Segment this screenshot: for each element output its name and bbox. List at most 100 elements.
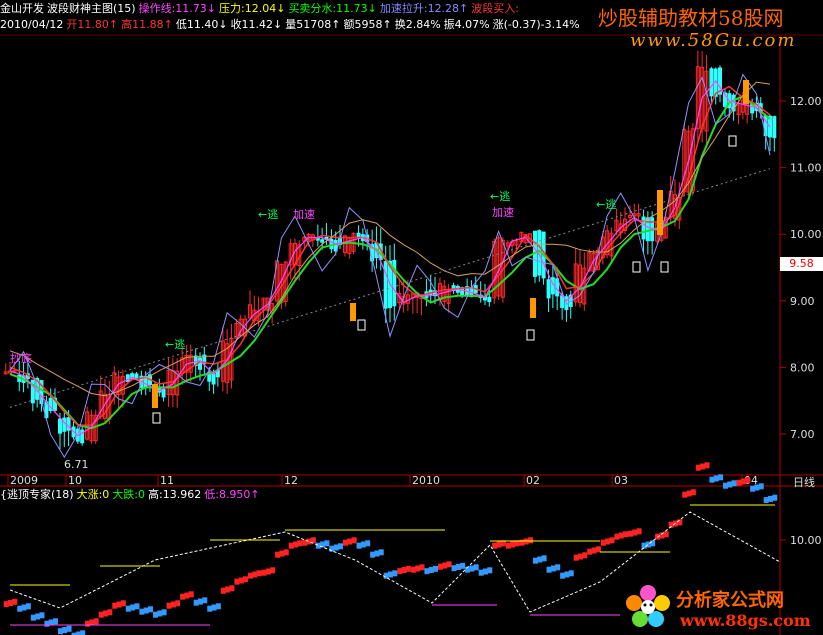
escape-block — [546, 566, 552, 573]
escape-block — [424, 568, 430, 575]
escape-block — [758, 483, 764, 490]
escape-block — [772, 494, 778, 501]
escape-block — [265, 568, 271, 575]
ohlc-field-3: 低11.40↓ — [175, 18, 228, 31]
escape-block — [35, 613, 41, 620]
header-field-0: 金山开发 — [0, 2, 44, 15]
escape-block — [365, 540, 371, 547]
escape-block — [80, 630, 86, 635]
escape-block — [718, 474, 724, 481]
sub-field-2: 大跌:0 — [112, 488, 146, 501]
candle-body — [546, 279, 551, 299]
escape-block — [198, 598, 203, 605]
escape-block — [582, 552, 588, 559]
escape-block — [293, 541, 298, 548]
escape-block — [550, 565, 556, 572]
escape-block — [632, 529, 638, 536]
escape-block — [763, 497, 769, 504]
escape-block — [360, 541, 366, 548]
escape-block — [184, 592, 190, 599]
escape-block — [740, 478, 746, 485]
escape-block — [215, 603, 221, 610]
escape-block — [695, 464, 701, 471]
escape-block — [405, 565, 411, 572]
candle-body — [329, 238, 334, 250]
header-field-4: 买卖分水:11.73↓ — [288, 2, 377, 15]
time-tick-label: 02 — [526, 474, 540, 487]
escape-block — [306, 538, 312, 545]
time-tick-label: 12 — [284, 474, 298, 487]
time-tick-label: 10 — [68, 474, 82, 487]
escape-block — [410, 566, 416, 573]
escape-block — [297, 540, 303, 547]
header-field-6: 波段买入: — [471, 2, 519, 15]
escape-block — [614, 533, 620, 540]
escape-block — [510, 541, 516, 548]
escape-block — [338, 543, 344, 550]
time-tick-label: 11 — [160, 474, 174, 487]
escape-block — [560, 572, 566, 579]
candle-body — [62, 417, 67, 432]
escape-block — [736, 479, 742, 486]
escape-block — [731, 480, 737, 487]
candle-body — [320, 239, 325, 243]
escape-block — [555, 564, 561, 571]
escape-block — [469, 565, 475, 572]
escape-block — [120, 600, 126, 607]
buy-signal-bar — [152, 384, 158, 408]
marker-box — [660, 261, 669, 273]
escape-block — [478, 569, 484, 576]
sub-indicator-header: {逃顶专家(18) 大涨:0 大跌:0 高:13.962 低:8.950↑ — [0, 487, 263, 502]
escape-block — [170, 601, 176, 608]
candle-body — [198, 357, 202, 370]
escape-block — [356, 542, 362, 549]
escape-block — [207, 605, 213, 612]
current-price-tag: 9.58 — [780, 257, 823, 271]
escape-block — [487, 567, 493, 574]
escape-block — [275, 551, 281, 558]
escape-block — [202, 597, 208, 604]
escape-block — [21, 604, 27, 611]
escape-block — [636, 528, 642, 535]
buy-signal-bar — [350, 303, 356, 321]
time-tick-label: 2009 — [10, 474, 38, 487]
escape-block — [446, 561, 452, 568]
sub-field-4: 低:8.950↑ — [204, 488, 260, 501]
header-field-2: 操作线:11.73↓ — [138, 2, 217, 15]
escape-block — [161, 609, 167, 616]
escape-block — [709, 476, 715, 483]
candle-body — [383, 261, 388, 309]
annotation-escape: ←逃 — [165, 338, 185, 351]
escape-block — [329, 545, 335, 552]
escape-block — [690, 489, 696, 496]
escape-block — [370, 551, 376, 558]
kline-chart[interactable]: 12.00 11.00 10.00 9.00 8.00 7.00 10.00 2009 10 11… — [0, 0, 823, 635]
marker-box — [632, 261, 641, 273]
escape-block — [211, 604, 217, 611]
escape-block — [483, 568, 488, 575]
period-label[interactable]: 日线 — [793, 474, 815, 490]
escape-block — [378, 549, 384, 556]
escape-block — [505, 542, 511, 549]
escape-block — [193, 599, 199, 606]
header-field-3: 压力:12.04↓ — [219, 2, 286, 15]
escape-block — [677, 519, 683, 526]
escape-block — [768, 495, 773, 502]
escape-block — [247, 572, 253, 579]
escape-block — [492, 542, 498, 549]
escape-block — [333, 544, 339, 551]
escape-block — [134, 603, 140, 610]
escape-block — [700, 463, 706, 470]
escape-block — [130, 604, 136, 611]
escape-block — [722, 482, 728, 489]
escape-block — [401, 567, 407, 573]
escape-block — [428, 567, 434, 573]
escape-block — [568, 570, 574, 577]
annotation-escape: ←逃 — [596, 198, 616, 211]
escape-block — [279, 550, 285, 557]
price-tick-label: 7.00 — [790, 428, 815, 441]
indicator-header: 金山开发 波段财神主图(15) 操作线:11.73↓ 压力:12.04↓ 买卖分水:11… — [0, 1, 522, 16]
marker-box — [357, 319, 366, 331]
escape-block — [605, 538, 611, 545]
header-field-1: 波段财神主图(15) — [47, 2, 136, 15]
